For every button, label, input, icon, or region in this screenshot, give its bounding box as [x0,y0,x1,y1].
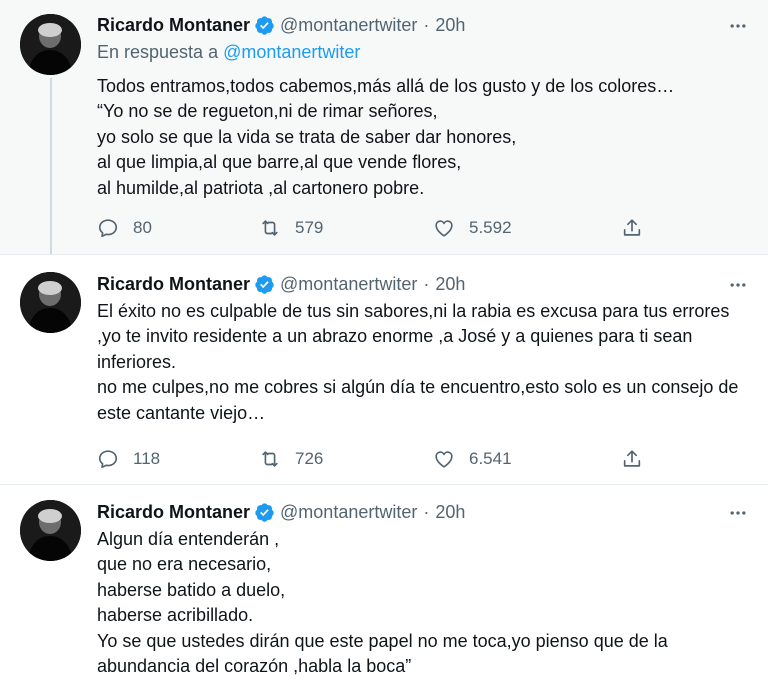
tweet-timestamp[interactable]: 20h [435,15,465,36]
heart-icon [435,220,453,237]
reply-icon [98,219,118,238]
like-button[interactable]: 5.592 [433,214,512,242]
reply-mention-link[interactable]: @montanertwiter [223,42,360,62]
tweet-text-line: haberse acribillado. [97,605,254,626]
tweet-text: Algun día entenderán , que no era necesa… [97,527,747,679]
retweet-count: 579 [295,218,324,237]
avatar[interactable] [20,272,81,333]
separator-dot: · [423,273,430,294]
retweet-count: 726 [295,449,324,468]
tweet-header: Ricardo Montaner @montanertwiter · 20h [97,272,465,296]
more-options-icon[interactable] [726,273,750,297]
author-handle[interactable]: @montanertwiter [280,274,417,295]
avatar[interactable] [20,14,81,75]
tweet-text-line: abundancia del corazón ,habla la boca” [97,656,412,677]
separator-dot: · [423,14,430,35]
tweet-actions: 118 726 6.541 [97,445,657,473]
author-name[interactable]: Ricardo Montaner [97,15,250,36]
reply-icon [98,450,118,469]
tweet-text-line: que no era necesario, [97,554,272,575]
tweet-text-line: yo solo se que la vida se trata de saber… [97,126,517,147]
tweet-text-line: al humilde,al patriota ,al cartonero pob… [97,177,425,198]
tweet-timestamp[interactable]: 20h [435,274,465,295]
reply-count: 80 [133,218,152,237]
tweet-text-paragraph: El éxito no es culpable de tus sin sabor… [97,301,730,372]
tweet-header: Ricardo Montaner @montanertwiter · 20h [97,500,465,524]
author-name[interactable]: Ricardo Montaner [97,502,250,523]
tweet-timestamp[interactable]: 20h [435,502,465,523]
tweet-text: Todos entramos,todos cabemos,más allá de… [97,74,747,201]
verified-badge-icon [254,15,275,36]
separator-dot: · [423,501,430,522]
tweet-header: Ricardo Montaner @montanertwiter · 20h [97,13,465,37]
like-count: 6.541 [469,449,512,468]
tweet-2[interactable]: Ricardo Montaner @montanertwiter · 20h E… [0,254,768,484]
verified-badge-icon [254,274,275,295]
tweet-text-line: Yo se que ustedes dirán que este papel n… [97,630,668,651]
share-icon [623,450,641,467]
tweet-text-line: Todos entramos,todos cabemos,más allá de… [97,76,675,96]
tweet-text-line: “Yo no se de regueton,ni de rimar señore… [97,101,438,122]
reply-prefix: En respuesta a [97,42,219,62]
author-handle[interactable]: @montanertwiter [280,502,417,523]
share-icon [623,219,641,236]
avatar[interactable] [20,500,81,561]
retweet-button[interactable]: 579 [259,214,323,242]
share-button[interactable] [621,445,657,473]
reply-button[interactable]: 118 [97,445,160,473]
like-count: 5.592 [469,218,512,237]
share-button[interactable] [621,214,657,242]
author-handle[interactable]: @montanertwiter [280,15,417,36]
tweet-text-line: Algun día entenderán , [97,529,280,549]
retweet-button[interactable]: 726 [259,445,323,473]
tweet-text-paragraph: no me culpes,no me cobres si algún día t… [97,377,739,423]
reply-context: En respuesta a @montanertwiter [97,42,360,63]
reply-button[interactable]: 80 [97,214,152,242]
more-options-icon[interactable] [726,14,750,38]
like-button[interactable]: 6.541 [433,445,512,473]
retweet-icon [262,220,278,236]
heart-icon [435,451,453,468]
thread-connector-line [50,78,52,254]
tweet-text: El éxito no es culpable de tus sin sabor… [97,299,747,426]
reply-count: 118 [133,449,161,468]
more-options-icon[interactable] [726,501,750,525]
tweet-text-line: al que limpia,al que barre,al que vende … [97,152,462,173]
tweet-1[interactable]: Ricardo Montaner @montanertwiter · 20h E… [0,0,768,254]
tweet-actions: 80 579 5.592 [97,214,657,242]
author-name[interactable]: Ricardo Montaner [97,274,250,295]
retweet-icon [262,451,278,467]
tweet-3[interactable]: Ricardo Montaner @montanertwiter · 20h A… [0,484,768,700]
verified-badge-icon [254,502,275,523]
tweet-text-line: haberse batido a duelo, [97,579,286,600]
